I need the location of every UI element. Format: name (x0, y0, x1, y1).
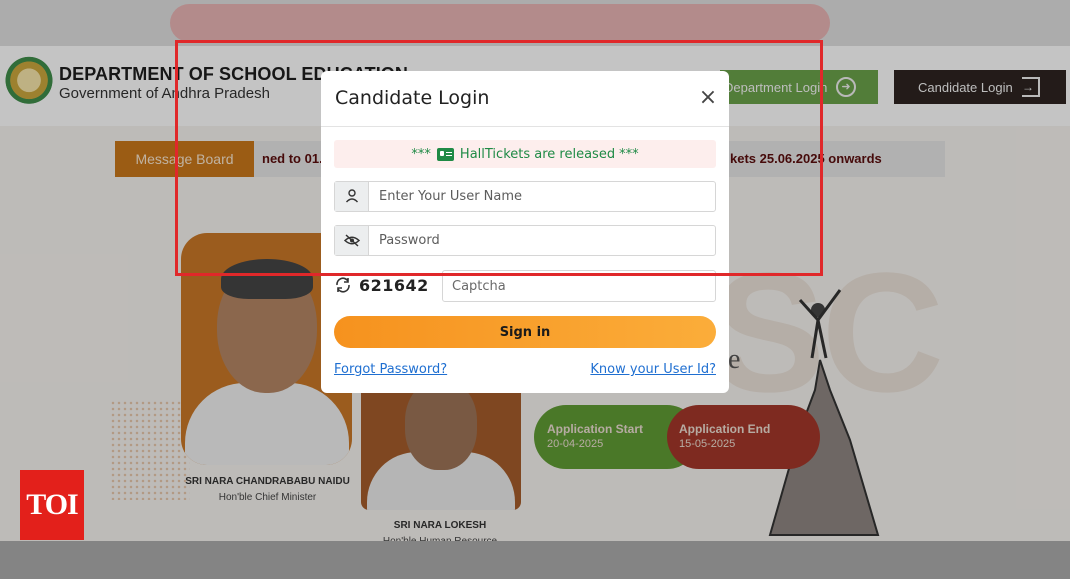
know-user-id-link[interactable]: Know your User Id? (590, 362, 716, 377)
refresh-captcha-icon[interactable] (334, 276, 352, 294)
sign-in-button[interactable]: Sign in (334, 316, 716, 348)
toi-badge-logo: TOI (20, 470, 84, 540)
captcha-code: 621642 (359, 276, 429, 295)
captcha-input[interactable] (452, 276, 702, 297)
highlight-annotation-box (175, 40, 823, 276)
forgot-password-link[interactable]: Forgot Password? (334, 362, 447, 377)
